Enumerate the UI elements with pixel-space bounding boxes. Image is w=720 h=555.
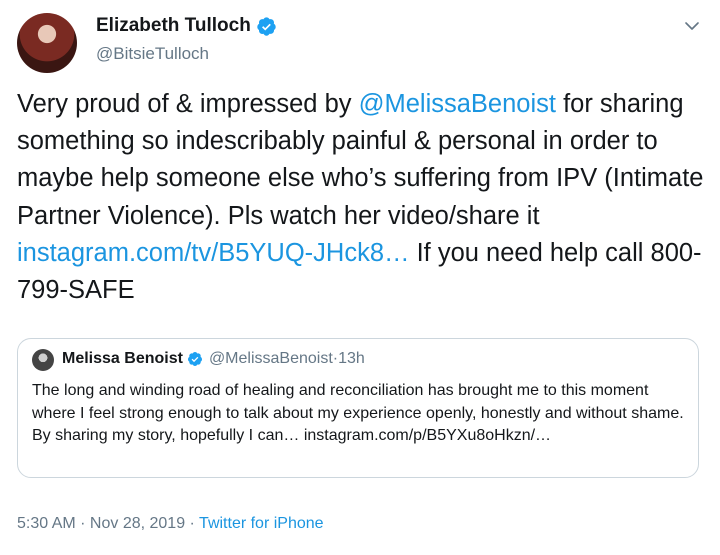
mention-link[interactable]: @MelissaBenoist <box>359 90 556 118</box>
quoted-time: 13h <box>338 350 365 367</box>
quoted-header: Melissa Benoist @MelissaBenoist · 13h <box>62 350 365 368</box>
chevron-down-icon[interactable] <box>683 17 701 35</box>
quoted-display-name: Melissa Benoist <box>62 350 183 367</box>
quoted-tweet[interactable]: Melissa Benoist @MelissaBenoist · 13h Th… <box>17 338 699 478</box>
instagram-link[interactable]: instagram.com/tv/B5YUQ-JHck8… <box>17 239 410 267</box>
author-display-name[interactable]: Elizabeth Tulloch <box>96 15 251 37</box>
quoted-text: The long and winding road of healing and… <box>32 382 684 444</box>
quoted-handle: @MelissaBenoist <box>208 350 333 367</box>
author-handle[interactable]: @BitsieTulloch <box>96 44 209 64</box>
verified-badge-icon <box>257 16 276 36</box>
tweet-date[interactable]: Nov 28, 2019 <box>90 515 185 532</box>
tweet-footer: 5:30 AM · Nov 28, 2019 · Twitter for iPh… <box>17 515 324 533</box>
tweet-source-link[interactable]: Twitter for iPhone <box>199 515 324 532</box>
author-avatar[interactable] <box>17 13 77 73</box>
tweet-text: Very proud of & impressed by @MelissaBen… <box>17 86 707 309</box>
quoted-avatar <box>32 349 54 371</box>
verified-badge-icon <box>187 352 202 366</box>
tweet-time[interactable]: 5:30 AM <box>17 515 76 532</box>
footer-separator: · <box>75 515 90 532</box>
author-name-row: Elizabeth Tulloch <box>96 15 277 37</box>
footer-separator: · <box>185 515 200 532</box>
tweet-text-part: Very proud of & impressed by <box>17 90 359 118</box>
